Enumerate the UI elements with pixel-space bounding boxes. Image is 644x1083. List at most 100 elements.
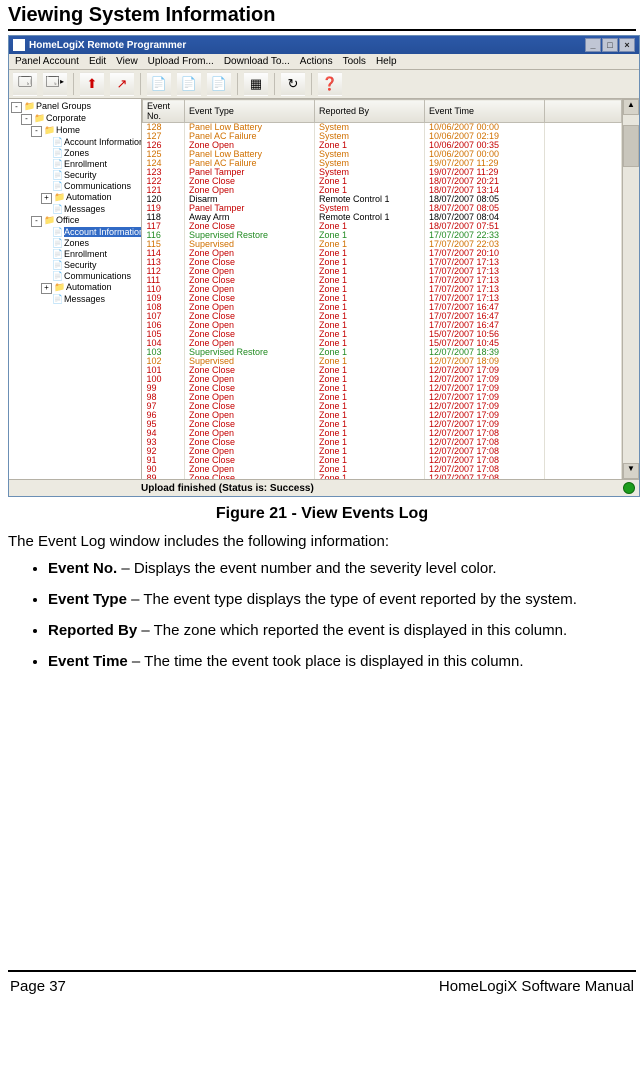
grid-header[interactable]: Event Type	[185, 100, 315, 123]
menu-item[interactable]: Tools	[343, 56, 366, 67]
tree-node[interactable]: 📄Communications	[41, 271, 139, 282]
table-row[interactable]: 101Zone CloseZone 112/07/2007 17:09	[143, 366, 622, 375]
grid-header[interactable]	[545, 100, 622, 123]
menu-item[interactable]: Help	[376, 56, 397, 67]
tree-node[interactable]: 📄Account Information	[41, 227, 139, 238]
table-row[interactable]: 108Zone OpenZone 117/07/2007 16:47	[143, 303, 622, 312]
menu-item[interactable]: View	[116, 56, 138, 67]
help-icon[interactable]: ❓	[318, 72, 342, 96]
tree-node[interactable]: -📁Home📄Account Information📄Zones📄Enrollm…	[31, 125, 139, 215]
menu-item[interactable]: Download To...	[224, 56, 290, 67]
tree-node[interactable]: 📄Enrollment	[41, 249, 139, 260]
table-row[interactable]: 116Supervised RestoreZone 117/07/2007 22…	[143, 231, 622, 240]
table-row[interactable]: 125Panel Low BatterySystem10/06/2007 00:…	[143, 150, 622, 159]
table-row[interactable]: 100Zone OpenZone 112/07/2007 17:09	[143, 375, 622, 384]
table-row[interactable]: 95Zone CloseZone 112/07/2007 17:09	[143, 420, 622, 429]
menu-item[interactable]: Upload From...	[148, 56, 214, 67]
tree-node[interactable]: 📄Enrollment	[41, 159, 139, 170]
doc3-icon[interactable]: 📄	[207, 72, 231, 96]
tree-root[interactable]: -📁Panel Groups-📁Corporate-📁Home📄Account …	[11, 101, 139, 305]
table-row[interactable]: 126Zone OpenZone 110/06/2007 00:35	[143, 141, 622, 150]
scroll-down-button[interactable]: ▼	[623, 463, 639, 479]
table-row[interactable]: 89Zone CloseZone 112/07/2007 17:08	[143, 474, 622, 479]
table-row[interactable]: 122Zone CloseZone 118/07/2007 20:21	[143, 177, 622, 186]
doc1-icon[interactable]: 📄	[147, 72, 171, 96]
table-row[interactable]: 114Zone OpenZone 117/07/2007 20:10	[143, 249, 622, 258]
tree-node[interactable]: -📁Corporate-📁Home📄Account Information📄Zo…	[21, 113, 139, 305]
table-row[interactable]: 119Panel TamperSystem18/07/2007 08:05	[143, 204, 622, 213]
tree-node[interactable]: 📄Zones	[41, 238, 139, 249]
tree-toggle-icon[interactable]: -	[21, 114, 32, 125]
table-row[interactable]: 92Zone OpenZone 112/07/2007 17:08	[143, 447, 622, 456]
tree-toggle-icon[interactable]: -	[11, 102, 22, 113]
tree-node[interactable]: 📄Security	[41, 260, 139, 271]
table-row[interactable]: 110Zone OpenZone 117/07/2007 17:13	[143, 285, 622, 294]
events-grid[interactable]: Event No.Event TypeReported ByEvent Time…	[142, 99, 622, 479]
table-row[interactable]: 103Supervised RestoreZone 112/07/2007 18…	[143, 348, 622, 357]
close-button[interactable]: ×	[619, 38, 635, 52]
download-red-icon[interactable]: ↗	[110, 72, 134, 96]
table-row[interactable]: 106Zone OpenZone 117/07/2007 16:47	[143, 321, 622, 330]
grid-cell	[545, 348, 622, 357]
table-row[interactable]: 127Panel AC FailureSystem10/06/2007 02:1…	[143, 132, 622, 141]
tree-toggle-icon[interactable]: -	[31, 216, 42, 227]
grid-header[interactable]: Reported By	[315, 100, 425, 123]
tree-node[interactable]: 📄Security	[41, 170, 139, 181]
panel-icon[interactable]: 🗔	[13, 72, 37, 96]
minimize-button[interactable]: _	[585, 38, 601, 52]
table-row[interactable]: 115SupervisedZone 117/07/2007 22:03	[143, 240, 622, 249]
grid-cell: 105	[143, 330, 185, 339]
tree-node[interactable]: +📁Automation	[41, 282, 139, 294]
table-icon[interactable]: ▦	[244, 72, 268, 96]
panel-arrow-icon[interactable]: 🗔▸	[43, 72, 67, 96]
tree-node[interactable]: 📄Zones	[41, 148, 139, 159]
table-row[interactable]: 123Panel TamperSystem19/07/2007 11:29	[143, 168, 622, 177]
table-row[interactable]: 98Zone OpenZone 112/07/2007 17:09	[143, 393, 622, 402]
table-row[interactable]: 118Away ArmRemote Control 118/07/2007 08…	[143, 213, 622, 222]
scroll-up-button[interactable]: ▲	[623, 99, 639, 115]
table-row[interactable]: 94Zone OpenZone 112/07/2007 17:08	[143, 429, 622, 438]
tree-panel[interactable]: -📁Panel Groups-📁Corporate-📁Home📄Account …	[9, 99, 142, 479]
tree-node[interactable]: 📄Communications	[41, 181, 139, 192]
table-row[interactable]: 104Zone OpenZone 115/07/2007 10:45	[143, 339, 622, 348]
tree-toggle-icon[interactable]: -	[31, 126, 42, 137]
restore-button[interactable]: □	[602, 38, 618, 52]
table-row[interactable]: 90Zone OpenZone 112/07/2007 17:08	[143, 465, 622, 474]
table-row[interactable]: 117Zone CloseZone 118/07/2007 07:51	[143, 222, 622, 231]
tree-toggle-icon[interactable]: +	[41, 283, 52, 294]
grid-cell	[545, 357, 622, 366]
table-row[interactable]: 107Zone CloseZone 117/07/2007 16:47	[143, 312, 622, 321]
table-row[interactable]: 113Zone CloseZone 117/07/2007 17:13	[143, 258, 622, 267]
vertical-scrollbar[interactable]: ▲ ▼	[622, 99, 639, 479]
tree-node[interactable]: 📄Messages	[41, 294, 139, 305]
menu-item[interactable]: Panel Account	[15, 56, 79, 67]
menu-item[interactable]: Edit	[89, 56, 106, 67]
table-row[interactable]: 109Zone CloseZone 117/07/2007 17:13	[143, 294, 622, 303]
tree-node[interactable]: +📁Automation	[41, 192, 139, 204]
table-row[interactable]: 93Zone CloseZone 112/07/2007 17:08	[143, 438, 622, 447]
table-row[interactable]: 128Panel Low BatterySystem10/06/2007 00:…	[143, 123, 622, 133]
table-row[interactable]: 124Panel AC FailureSystem19/07/2007 11:2…	[143, 159, 622, 168]
table-row[interactable]: 120DisarmRemote Control 118/07/2007 08:0…	[143, 195, 622, 204]
tree-node[interactable]: 📄Messages	[41, 204, 139, 215]
menu-item[interactable]: Actions	[300, 56, 333, 67]
doc2-icon[interactable]: 📄	[177, 72, 201, 96]
grid-header[interactable]: Event No.	[143, 100, 185, 123]
table-row[interactable]: 102SupervisedZone 112/07/2007 18:09	[143, 357, 622, 366]
table-row[interactable]: 105Zone CloseZone 115/07/2007 10:56	[143, 330, 622, 339]
table-row[interactable]: 121Zone OpenZone 118/07/2007 13:14	[143, 186, 622, 195]
tree-node[interactable]: -📁Office📄Account Information📄Zones📄Enrol…	[31, 215, 139, 305]
table-row[interactable]: 99Zone CloseZone 112/07/2007 17:09	[143, 384, 622, 393]
table-row[interactable]: 112Zone OpenZone 117/07/2007 17:13	[143, 267, 622, 276]
tree-node[interactable]: 📄Account Information	[41, 137, 139, 148]
grid-header[interactable]: Event Time	[425, 100, 545, 123]
refresh-icon[interactable]: ↻	[281, 72, 305, 96]
table-row[interactable]: 91Zone CloseZone 112/07/2007 17:08	[143, 456, 622, 465]
table-row[interactable]: 111Zone CloseZone 117/07/2007 17:13	[143, 276, 622, 285]
grid-cell: Zone 1	[315, 474, 425, 479]
upload-red-icon[interactable]: ⬆	[80, 72, 104, 96]
table-row[interactable]: 96Zone OpenZone 112/07/2007 17:09	[143, 411, 622, 420]
table-row[interactable]: 97Zone CloseZone 112/07/2007 17:09	[143, 402, 622, 411]
tree-toggle-icon[interactable]: +	[41, 193, 52, 204]
scroll-thumb[interactable]	[623, 125, 639, 167]
